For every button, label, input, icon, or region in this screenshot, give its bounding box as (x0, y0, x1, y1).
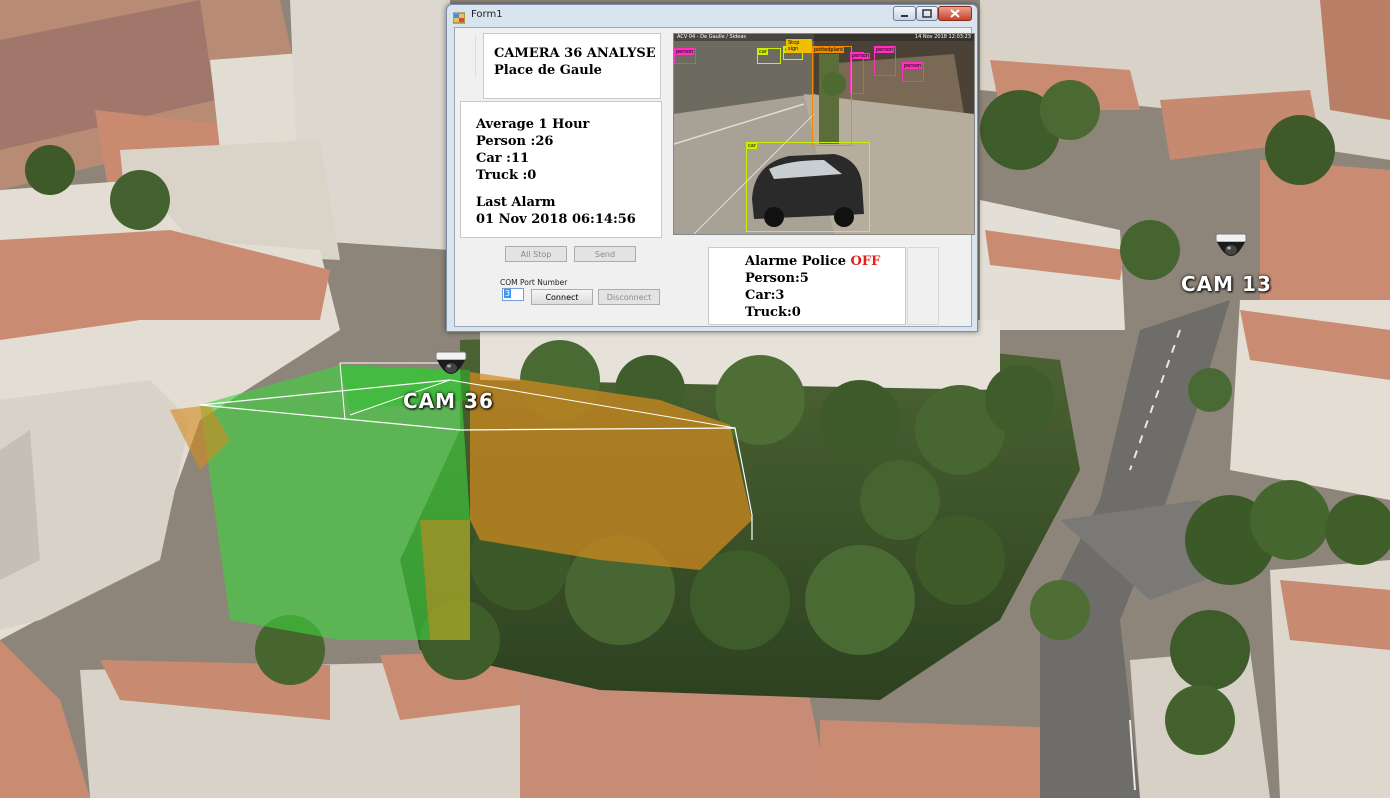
detection-box: car (746, 142, 870, 232)
com-port-label: COM Port Number (500, 278, 568, 287)
stats-panel: Average 1 Hour Person :26 Car :11 Truck … (460, 101, 662, 238)
com-port-input[interactable]: 3 (502, 288, 524, 301)
window-client-area: CAMERA 36 ANALYSE Place de Gaule Average… (454, 27, 975, 327)
maximize-button[interactable] (916, 6, 938, 21)
average-heading: Average 1 Hour (476, 117, 590, 132)
average-truck: Truck :0 (476, 168, 537, 183)
alarm-truck: Truck:0 (745, 305, 801, 320)
camera-feed-image: ACV 04 - De Gaulle / Sideas 14 Nov 2018 … (673, 33, 975, 235)
feed-overlay-left: ACV 04 - De Gaulle / Sideas (677, 34, 747, 40)
detection-box: Stop sign (786, 39, 812, 53)
detection-box: person (850, 52, 871, 94)
average-person: Person :26 (476, 134, 554, 149)
panel-divider (475, 36, 482, 76)
disconnect-button[interactable]: Disconnect (598, 289, 660, 305)
dome-camera-icon-cam36[interactable] (432, 350, 470, 384)
camera-title: CAMERA 36 ANALYSE (494, 46, 656, 61)
window-titlebar[interactable]: Form1 (447, 5, 977, 27)
detection-box: person (874, 46, 896, 76)
alarm-person: Person:5 (745, 271, 809, 286)
alarm-panel: Alarme Police OFF Person:5 Car:3 Truck:0 (708, 247, 906, 325)
detection-box: car (757, 48, 781, 64)
camera-title-panel: CAMERA 36 ANALYSE Place de Gaule (483, 33, 661, 99)
cam13-label: CAM 13 (1181, 272, 1272, 296)
last-alarm-time: 01 Nov 2018 06:14:56 (476, 212, 636, 227)
alarm-car: Car:3 (745, 288, 785, 303)
send-button[interactable]: Send (574, 246, 636, 262)
com-port-value: 3 (504, 289, 512, 298)
app-icon (452, 9, 466, 24)
close-button[interactable] (938, 6, 972, 21)
cam36-label: CAM 36 (403, 389, 494, 413)
last-alarm-heading: Last Alarm (476, 195, 556, 210)
dome-camera-icon-cam13[interactable] (1212, 232, 1250, 266)
window-title: Form1 (471, 9, 503, 20)
detection-box: pottedplant (812, 46, 852, 146)
connect-button[interactable]: Connect (531, 289, 593, 305)
minimize-button[interactable] (893, 6, 916, 21)
camera-location: Place de Gaule (494, 63, 602, 78)
detection-box: person (902, 62, 924, 82)
alarm-side-panel (907, 247, 939, 325)
alarm-police-label: Alarme Police OFF (745, 254, 881, 269)
feed-overlay-right: 14 Nov 2018 12:03:23 (914, 34, 971, 40)
form1-window[interactable]: Form1 CAMERA 36 ANALYSE Place de Gaule A… (446, 4, 978, 332)
all-stop-button[interactable]: All Stop (505, 246, 567, 262)
detection-box: person (674, 48, 696, 64)
average-car: Car :11 (476, 151, 530, 166)
alarm-status: OFF (850, 254, 881, 269)
